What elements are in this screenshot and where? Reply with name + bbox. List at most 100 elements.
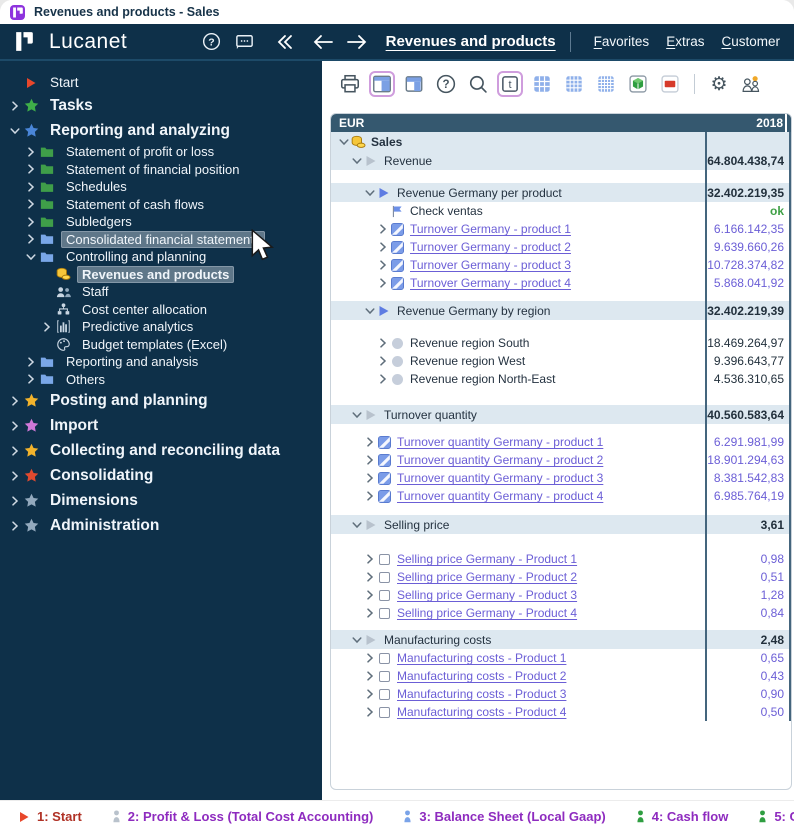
chevron-right-icon[interactable]: [8, 496, 22, 506]
sidebar-item-collecting-and-reconciling-data[interactable]: Collecting and reconciling data: [0, 438, 322, 463]
table-row-turnover-quantity-germany-product-1[interactable]: Turnover quantity Germany - product 16.2…: [331, 433, 791, 451]
sidebar-item-administration[interactable]: Administration: [0, 513, 322, 538]
chevron-down-icon[interactable]: [350, 635, 363, 645]
sidebar-item-controlling-and-planning[interactable]: Controlling and planning: [0, 248, 322, 266]
table-row-revenue-region-south[interactable]: Revenue region South18.469.264,97: [331, 334, 791, 352]
sidebar-item-consolidating[interactable]: Consolidating: [0, 463, 322, 488]
table-row-turnover-quantity-germany-product-2[interactable]: Turnover quantity Germany - product 218.…: [331, 451, 791, 469]
table-row-manufacturing-costs-product-4[interactable]: Manufacturing costs - Product 40,50: [331, 703, 791, 721]
current-view-title[interactable]: Revenues and products: [386, 33, 556, 50]
sidebar-item-others[interactable]: Others: [0, 371, 322, 389]
sidebar-item-dimensions[interactable]: Dimensions: [0, 488, 322, 513]
chevron-right-icon[interactable]: [363, 572, 376, 582]
chevron-right-icon[interactable]: [8, 446, 22, 456]
sidebar-item-reporting-and-analyzing[interactable]: Reporting and analyzing: [0, 118, 322, 143]
taskbar-tab-3-balance-sheet-local-gaap[interactable]: 3: Balance Sheet (Local Gaap): [403, 809, 605, 824]
sidebar-item-revenues-and-products[interactable]: Revenues and products: [0, 266, 322, 284]
sidebar-item-statement-of-cash-flows[interactable]: Statement of cash flows: [0, 196, 322, 214]
chevron-down-icon[interactable]: [350, 410, 363, 420]
chevron-right-icon[interactable]: [24, 374, 38, 384]
gear-icon[interactable]: ⚙: [706, 71, 732, 97]
chevron-down-icon[interactable]: [363, 306, 376, 316]
chevron-right-icon[interactable]: [24, 199, 38, 209]
chevron-right-icon[interactable]: [376, 260, 389, 270]
grid-medium-icon[interactable]: [561, 71, 587, 97]
row-label[interactable]: Turnover Germany - product 1: [410, 222, 571, 236]
row-label[interactable]: Selling price Germany - Product 1: [397, 552, 577, 566]
table-row-selling-price-germany-product-1[interactable]: Selling price Germany - Product 10,98: [331, 550, 791, 568]
table-row-turnover-germany-product-2[interactable]: Turnover Germany - product 29.639.660,26: [331, 238, 791, 256]
chevron-right-icon[interactable]: [376, 242, 389, 252]
search-icon[interactable]: [465, 71, 491, 97]
sidebar-item-statement-of-profit-or-loss[interactable]: Statement of profit or loss: [0, 143, 322, 161]
menu-extras[interactable]: Extras: [666, 34, 704, 49]
chevron-right-icon[interactable]: [24, 357, 38, 367]
chevron-right-icon[interactable]: [363, 590, 376, 600]
chevron-right-icon[interactable]: [376, 278, 389, 288]
sidebar-item-cost-center-allocation[interactable]: Cost center allocation: [0, 301, 322, 319]
row-label[interactable]: Selling price Germany - Product 2: [397, 570, 577, 584]
sidebar-item-start[interactable]: Start: [0, 72, 322, 93]
chevron-right-icon[interactable]: [363, 554, 376, 564]
chevron-right-icon[interactable]: [363, 707, 376, 717]
chevron-right-icon[interactable]: [376, 356, 389, 366]
row-label[interactable]: Manufacturing costs - Product 3: [397, 687, 566, 701]
users-icon[interactable]: [738, 71, 764, 97]
cube-icon[interactable]: [625, 71, 651, 97]
chevron-right-icon[interactable]: [363, 608, 376, 618]
table-row-selling-price-germany-product-3[interactable]: Selling price Germany - Product 31,28: [331, 586, 791, 604]
chevron-right-icon[interactable]: [8, 396, 22, 406]
taskbar-tab-4-cash-flow[interactable]: 4: Cash flow: [636, 809, 729, 824]
sidebar-item-predictive-analytics[interactable]: Predictive analytics: [0, 318, 322, 336]
sidebar-item-consolidated-financial-statements[interactable]: Consolidated financial statements: [0, 231, 322, 249]
chevron-right-icon[interactable]: [376, 224, 389, 234]
chevron-right-icon[interactable]: [24, 217, 38, 227]
collapse-sidebar-icon[interactable]: [271, 29, 297, 55]
table-row-selling-price-germany-product-4[interactable]: Selling price Germany - Product 40,84: [331, 604, 791, 622]
row-label[interactable]: Manufacturing costs - Product 2: [397, 669, 566, 683]
table-row-turnover-quantity-germany-product-3[interactable]: Turnover quantity Germany - product 38.3…: [331, 469, 791, 487]
red-bar-icon[interactable]: [657, 71, 683, 97]
table-row-turnover-germany-product-3[interactable]: Turnover Germany - product 310.728.374,8…: [331, 256, 791, 274]
chevron-down-icon[interactable]: [363, 188, 376, 198]
chevron-right-icon[interactable]: [8, 521, 22, 531]
layout-top-icon[interactable]: [401, 71, 427, 97]
sidebar-item-schedules[interactable]: Schedules: [0, 178, 322, 196]
sidebar-item-reporting-and-analysis[interactable]: Reporting and analysis: [0, 353, 322, 371]
help-icon[interactable]: ?: [433, 71, 459, 97]
text-cell-icon[interactable]: t: [497, 71, 523, 97]
chevron-right-icon[interactable]: [8, 101, 22, 111]
table-row-turnover-germany-product-4[interactable]: Turnover Germany - product 45.868.041,92: [331, 274, 791, 292]
chevron-right-icon[interactable]: [24, 234, 38, 244]
table-row-revenue-region-west[interactable]: Revenue region West9.396.643,77: [331, 352, 791, 370]
chevron-down-icon[interactable]: [8, 126, 22, 136]
table-row-sales[interactable]: Sales: [331, 132, 791, 151]
table-row-manufacturing-costs[interactable]: Manufacturing costs2,48: [331, 630, 791, 649]
table-row-selling-price-germany-product-2[interactable]: Selling price Germany - Product 20,51: [331, 568, 791, 586]
table-row-revenue-germany-per-product[interactable]: Revenue Germany per product32.402.219,35: [331, 183, 791, 202]
chevron-right-icon[interactable]: [363, 653, 376, 663]
chevron-down-icon[interactable]: [350, 520, 363, 530]
taskbar-tab-1-start[interactable]: 1: Start: [18, 809, 82, 824]
table-row-turnover-quantity-germany-product-4[interactable]: Turnover quantity Germany - product 46.9…: [331, 487, 791, 505]
chevron-right-icon[interactable]: [363, 689, 376, 699]
help-circle-icon[interactable]: ?: [199, 29, 225, 55]
table-row-check-ventas[interactable]: Check ventasok: [331, 202, 791, 220]
table-row-manufacturing-costs-product-1[interactable]: Manufacturing costs - Product 10,65: [331, 649, 791, 667]
chevron-right-icon[interactable]: [40, 322, 54, 332]
sidebar-item-staff[interactable]: Staff: [0, 283, 322, 301]
chevron-down-icon[interactable]: [350, 156, 363, 166]
table-row-turnover-germany-product-1[interactable]: Turnover Germany - product 16.166.142,35: [331, 220, 791, 238]
chevron-right-icon[interactable]: [376, 374, 389, 384]
feedback-chat-icon[interactable]: [232, 29, 258, 55]
row-label[interactable]: Turnover Germany - product 2: [410, 240, 571, 254]
chevron-right-icon[interactable]: [24, 164, 38, 174]
sidebar-item-import[interactable]: Import: [0, 413, 322, 438]
table-row-turnover-quantity[interactable]: Turnover quantity40.560.583,64: [331, 405, 791, 424]
table-row-manufacturing-costs-product-3[interactable]: Manufacturing costs - Product 30,90: [331, 685, 791, 703]
taskbar-tab-5-cash-flow-direct[interactable]: 5: Cash flow (direct: [758, 809, 794, 824]
menu-favorites[interactable]: Favorites: [594, 34, 650, 49]
row-label[interactable]: Turnover Germany - product 4: [410, 276, 571, 290]
chevron-down-icon[interactable]: [337, 137, 350, 147]
row-label[interactable]: Turnover quantity Germany - product 4: [397, 489, 603, 503]
